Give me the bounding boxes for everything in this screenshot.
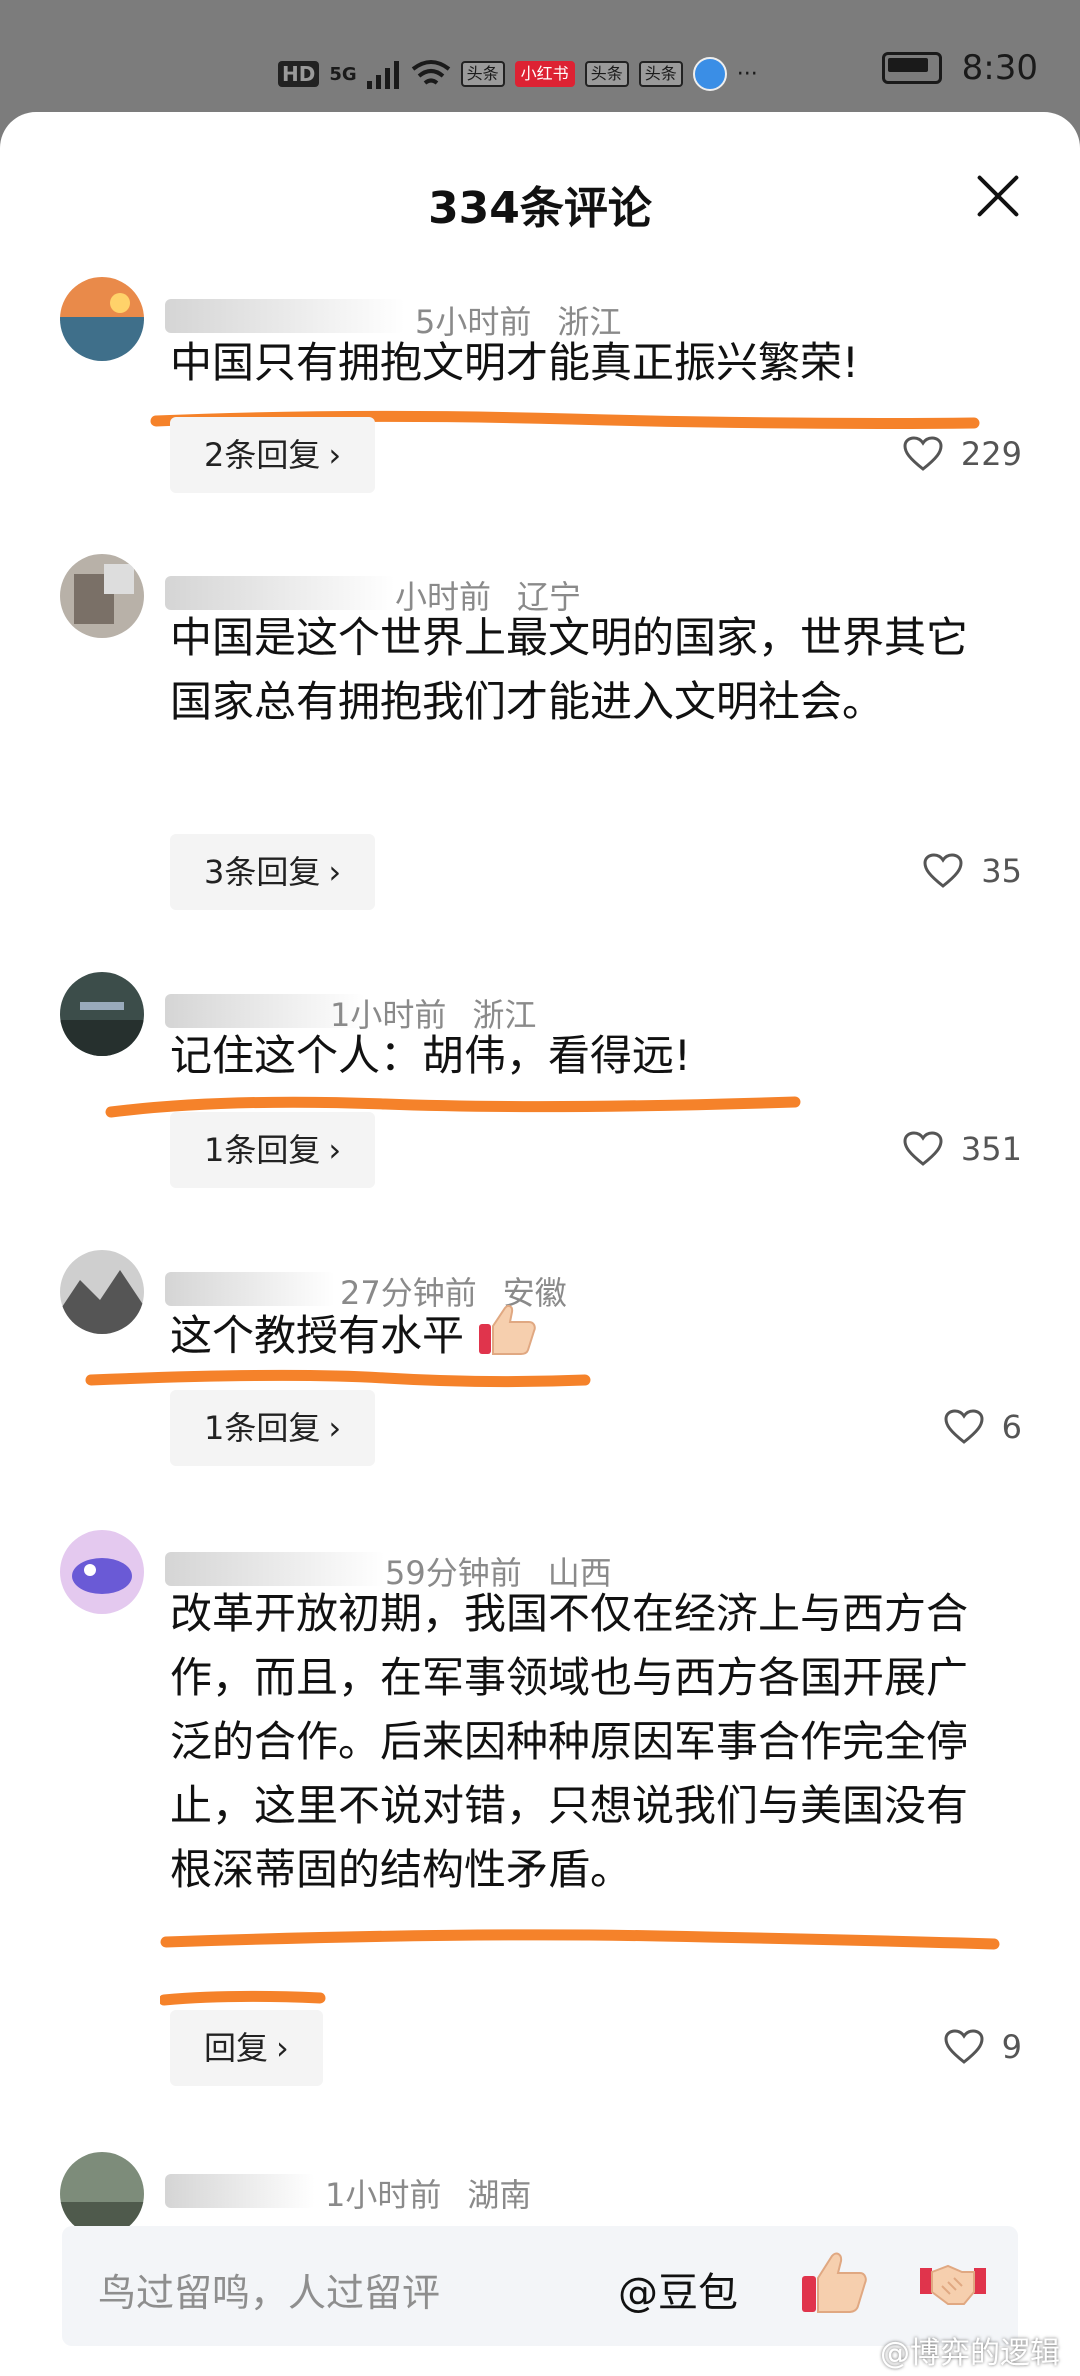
heart-icon bbox=[944, 2029, 984, 2064]
chevron-right-icon: › bbox=[276, 2029, 289, 2067]
hd-indicator: HD bbox=[278, 61, 320, 87]
comment-text: 中国是这个世界上最文明的国家，世界其它国家总有拥抱我们才能进入文明社会。 bbox=[170, 613, 969, 726]
status-icons-right: 8:30 bbox=[881, 48, 1038, 88]
app-notification-icon: 小红书 bbox=[514, 61, 575, 87]
reply-count-label: 2条回复 bbox=[204, 436, 321, 474]
comment-meta: 1小时前 湖南 bbox=[325, 2170, 557, 2216]
comment-text: 这个教授有水平 bbox=[170, 1302, 1000, 1368]
wifi-icon bbox=[411, 60, 450, 85]
like-count: 351 bbox=[960, 1130, 1022, 1168]
avatar[interactable] bbox=[60, 1250, 144, 1334]
comment-time: 1小时前 bbox=[325, 2176, 442, 2214]
like-button[interactable]: 229 bbox=[903, 435, 1022, 473]
chevron-right-icon: › bbox=[328, 1409, 342, 1447]
avatar[interactable] bbox=[60, 2152, 144, 2236]
heart-icon bbox=[923, 853, 963, 888]
chevron-right-icon: › bbox=[328, 853, 342, 891]
comments-sheet: 334条评论 5小时前 浙江 中国只有拥抱文明才能真正振兴繁荣! 2条回复 › 22… bbox=[0, 112, 1080, 2376]
clock: 8:30 bbox=[961, 48, 1038, 88]
like-count: 229 bbox=[960, 435, 1022, 473]
avatar[interactable] bbox=[60, 972, 144, 1056]
reply-count-label: 3条回复 bbox=[204, 853, 321, 891]
app-notification-icon: 头条 bbox=[460, 61, 505, 87]
heart-icon bbox=[903, 436, 943, 471]
comment-input-placeholder[interactable]: 鸟过留鸣，人过留评 bbox=[98, 2262, 440, 2317]
comments-count-title: 334条评论 bbox=[428, 183, 652, 234]
like-button[interactable]: 9 bbox=[944, 2028, 1022, 2066]
status-bar: HD 5G 头条 小红书 头条 头条 ··· 8:30 bbox=[0, 0, 1080, 112]
like-button[interactable]: 35 bbox=[923, 852, 1022, 890]
username-blurred bbox=[165, 2174, 315, 2208]
watermark: @博弈的逻辑 bbox=[880, 2336, 1060, 2371]
comment-text: 记住这个人：胡伟，看得远! bbox=[170, 1031, 691, 1080]
avatar[interactable] bbox=[60, 277, 144, 361]
comment-text: 改革开放初期，我国不仅在经济上与西方合作，而且，在军事领域也与西方各国开展广泛的… bbox=[170, 1589, 969, 1894]
chevron-right-icon: › bbox=[328, 1131, 342, 1169]
like-count: 6 bbox=[1001, 1408, 1022, 1446]
mention-doubao-button[interactable]: @豆包 bbox=[618, 2260, 738, 2318]
browser-icon bbox=[692, 57, 727, 91]
thumbs-up-icon[interactable] bbox=[798, 2248, 868, 2318]
like-button[interactable]: 351 bbox=[903, 1130, 1022, 1168]
signal-icon bbox=[366, 61, 399, 89]
comment-text: 中国只有拥抱文明才能真正振兴繁荣! bbox=[170, 338, 859, 387]
heart-icon bbox=[944, 1409, 984, 1444]
avatar[interactable] bbox=[60, 554, 144, 638]
username-blurred bbox=[165, 1272, 335, 1306]
comment-input-bar[interactable]: 鸟过留鸣，人过留评 @豆包 bbox=[62, 2226, 1018, 2346]
like-count: 9 bbox=[1001, 2028, 1022, 2066]
thumbs-up-icon bbox=[479, 1304, 537, 1355]
like-count: 35 bbox=[981, 852, 1022, 890]
reply-label: 回复 bbox=[204, 2029, 269, 2067]
battery-icon bbox=[881, 52, 942, 84]
reply-button[interactable]: 回复 › bbox=[170, 2010, 323, 2086]
comment-text-content: 这个教授有水平 bbox=[170, 1311, 465, 1360]
view-replies-button[interactable]: 1条回复 › bbox=[170, 1390, 376, 1466]
username-blurred bbox=[165, 1552, 385, 1586]
app-notification-icon: 头条 bbox=[638, 61, 683, 87]
handshake-icon[interactable] bbox=[918, 2252, 988, 2316]
username-blurred bbox=[165, 576, 395, 610]
view-replies-button[interactable]: 2条回复 › bbox=[170, 417, 376, 493]
view-replies-button[interactable]: 3条回复 › bbox=[170, 834, 376, 910]
reply-count-label: 1条回复 bbox=[204, 1409, 321, 1447]
network-indicator: 5G bbox=[329, 63, 357, 85]
close-icon[interactable] bbox=[974, 172, 1022, 220]
username-blurred bbox=[165, 299, 405, 333]
app-notification-icon: 头条 bbox=[584, 61, 629, 87]
more-notifications-icon: ··· bbox=[736, 61, 758, 87]
reply-count-label: 1条回复 bbox=[204, 1131, 321, 1169]
heart-icon bbox=[903, 1131, 943, 1166]
view-replies-button[interactable]: 1条回复 › bbox=[170, 1112, 376, 1188]
avatar[interactable] bbox=[60, 1530, 144, 1614]
status-icons-left: HD 5G 头条 小红书 头条 头条 ··· bbox=[278, 52, 758, 96]
chevron-right-icon: › bbox=[328, 436, 342, 474]
like-button[interactable]: 6 bbox=[944, 1408, 1022, 1446]
comment-location: 湖南 bbox=[467, 2176, 532, 2214]
highlight-underline bbox=[160, 1929, 1000, 2006]
